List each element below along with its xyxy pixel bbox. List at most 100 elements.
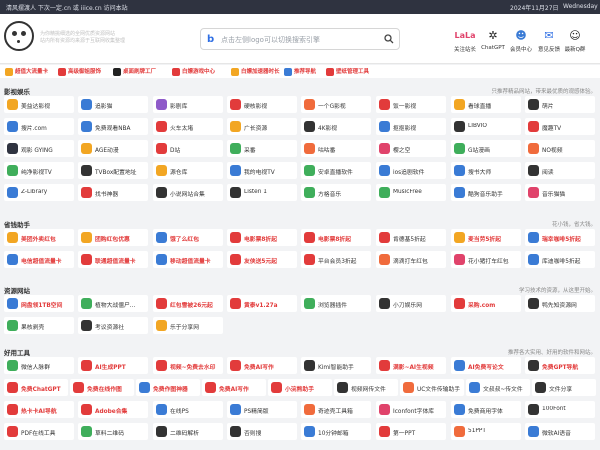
- link-card[interactable]: Adobe合集: [78, 401, 148, 418]
- link-card[interactable]: 小刀娱乐网: [376, 295, 446, 312]
- link-card[interactable]: NO视频: [525, 140, 595, 157]
- link-card[interactable]: ios追剧软件: [376, 162, 446, 179]
- quick-link[interactable]: 白嫖游戏中心: [172, 67, 215, 76]
- link-card[interactable]: 100Font: [525, 401, 595, 418]
- link-card[interactable]: 二维码解析: [153, 423, 223, 440]
- link-card[interactable]: 移动超值流量卡: [153, 251, 223, 268]
- link-card[interactable]: 魔趣TV: [525, 118, 595, 135]
- link-card[interactable]: Kimi智能助手: [301, 357, 371, 374]
- link-card[interactable]: 萌片: [525, 96, 595, 113]
- link-card[interactable]: 广长资源: [227, 118, 297, 135]
- search-engine-icon[interactable]: b: [207, 34, 217, 45]
- link-card[interactable]: 美益达影视: [4, 96, 74, 113]
- link-card[interactable]: 微软AI语音: [525, 423, 595, 440]
- link-card[interactable]: 果核剥壳: [4, 317, 74, 334]
- link-card[interactable]: 奇迹壳工具箱: [301, 401, 371, 418]
- link-card[interactable]: 小浣熊助手: [268, 379, 332, 396]
- link-card[interactable]: 免费观看NBA: [78, 118, 148, 135]
- link-card[interactable]: 满影~AI生视频: [376, 357, 446, 374]
- link-card[interactable]: 网盘领1TB空间: [4, 295, 74, 312]
- quick-link[interactable]: 白嫖加速器时长: [231, 67, 280, 76]
- header-link-0[interactable]: LaLa 关注站长: [451, 28, 479, 53]
- quick-link[interactable]: 高级御姐服饰: [58, 67, 101, 76]
- link-card[interactable]: PDF在线工具: [4, 423, 74, 440]
- link-card[interactable]: 联通超值流量卡: [78, 251, 148, 268]
- link-card[interactable]: 黄泰v1.27a: [227, 295, 297, 312]
- link-card[interactable]: 电影票8折起: [227, 229, 297, 246]
- link-card[interactable]: 第一PPT: [376, 423, 446, 440]
- link-card[interactable]: D站: [153, 140, 223, 157]
- search-box[interactable]: b 点击左侧logo可以切换搜索引擎: [200, 28, 400, 50]
- link-card[interactable]: 免费在线作图: [70, 379, 134, 396]
- link-card[interactable]: UC文件传输助手: [400, 379, 464, 396]
- link-card[interactable]: 浏览器插件: [301, 295, 371, 312]
- link-card[interactable]: 4K影视: [301, 118, 371, 135]
- link-card[interactable]: 美团外卖红包: [4, 229, 74, 246]
- link-card[interactable]: 肯德基5折起: [376, 229, 446, 246]
- link-card[interactable]: 饿了么红包: [153, 229, 223, 246]
- link-card[interactable]: 免费AI写作: [202, 379, 266, 396]
- link-card[interactable]: Z-Library: [4, 184, 74, 201]
- link-card[interactable]: 硬核影视: [227, 96, 297, 113]
- link-card[interactable]: 草料二维码: [78, 423, 148, 440]
- link-card[interactable]: G站漫画: [451, 140, 521, 157]
- quick-link[interactable]: 桌面刷牌工厂: [113, 67, 156, 76]
- link-card[interactable]: Iconfont字体库: [376, 401, 446, 418]
- link-card[interactable]: AI免费写论文: [451, 357, 521, 374]
- link-card[interactable]: 热卡卡AI导航: [4, 401, 74, 418]
- header-link-3[interactable]: ✉ 意见反馈: [535, 28, 563, 53]
- link-card[interactable]: 10分钟邮箱: [301, 423, 371, 440]
- link-card[interactable]: 音乐猫猫: [525, 184, 595, 201]
- link-card[interactable]: 麦当劳5折起: [451, 229, 521, 246]
- link-card[interactable]: AI生成PPT: [78, 357, 148, 374]
- link-card[interactable]: 视频网传文件: [334, 379, 398, 396]
- link-card[interactable]: 抠抠影视: [376, 118, 446, 135]
- link-card[interactable]: 友侠送5元起: [227, 251, 297, 268]
- link-card[interactable]: 源仓库: [153, 162, 223, 179]
- link-card[interactable]: 电信超值流量卡: [4, 251, 74, 268]
- link-card[interactable]: 搜片.com: [4, 118, 74, 135]
- link-card[interactable]: 看球直播: [451, 96, 521, 113]
- link-card[interactable]: 采购.com: [451, 295, 521, 312]
- link-card[interactable]: 文件分享: [532, 379, 596, 396]
- link-card[interactable]: 团购红包优惠: [78, 229, 148, 246]
- link-card[interactable]: TVBox配置地址: [78, 162, 148, 179]
- quick-link[interactable]: 推荐导航: [284, 67, 316, 76]
- link-card[interactable]: 追影猫: [78, 96, 148, 113]
- link-card[interactable]: 免费GPT导航: [525, 357, 595, 374]
- link-card[interactable]: 花小猪打车红包: [451, 251, 521, 268]
- link-card[interactable]: PS精简版: [227, 401, 297, 418]
- link-card[interactable]: 在线PS: [153, 401, 223, 418]
- link-card[interactable]: Listen 1: [227, 184, 297, 201]
- link-card[interactable]: 安卓直播软件: [301, 162, 371, 179]
- link-card[interactable]: 鸭先知资源网: [525, 295, 595, 312]
- link-card[interactable]: 库迪咖啡5折起: [525, 251, 595, 268]
- quick-link[interactable]: 壁纸管理工具: [326, 67, 369, 76]
- link-card[interactable]: 微信人脉群: [4, 357, 74, 374]
- link-card[interactable]: 文叔叔~传文件: [466, 379, 530, 396]
- link-card[interactable]: 搜书大师: [451, 162, 521, 179]
- link-card[interactable]: MusicFree: [376, 184, 446, 201]
- link-card[interactable]: 红包雪被26元起: [153, 295, 223, 312]
- header-link-4[interactable]: ☺ 最新Q群: [561, 28, 589, 53]
- link-card[interactable]: 找书神器: [78, 184, 148, 201]
- link-card[interactable]: 一个G影视: [301, 96, 371, 113]
- link-card[interactable]: 电影票8折起: [301, 229, 371, 246]
- link-card[interactable]: 植物大战僵尸...: [78, 295, 148, 312]
- link-card[interactable]: 影剧库: [153, 96, 223, 113]
- link-card[interactable]: 瑞幸咖啡5折起: [525, 229, 595, 246]
- link-card[interactable]: 方格音乐: [301, 184, 371, 201]
- link-card[interactable]: 免费商用字体: [451, 401, 521, 418]
- link-card[interactable]: 酷狗音乐助手: [451, 184, 521, 201]
- link-card[interactable]: LIBVIO: [451, 118, 521, 135]
- link-card[interactable]: 阅读: [525, 162, 595, 179]
- link-card[interactable]: 51PPT: [451, 423, 521, 440]
- link-card[interactable]: 小说网站合集: [153, 184, 223, 201]
- link-card[interactable]: 考议资源社: [78, 317, 148, 334]
- site-logo-icon[interactable]: [4, 21, 34, 51]
- link-card[interactable]: 咕咕番: [301, 140, 371, 157]
- link-card[interactable]: 火车太堵: [153, 118, 223, 135]
- link-card[interactable]: 免费ChatGPT: [4, 379, 68, 396]
- search-icon[interactable]: [384, 34, 394, 44]
- link-card[interactable]: 免费作图神器: [136, 379, 200, 396]
